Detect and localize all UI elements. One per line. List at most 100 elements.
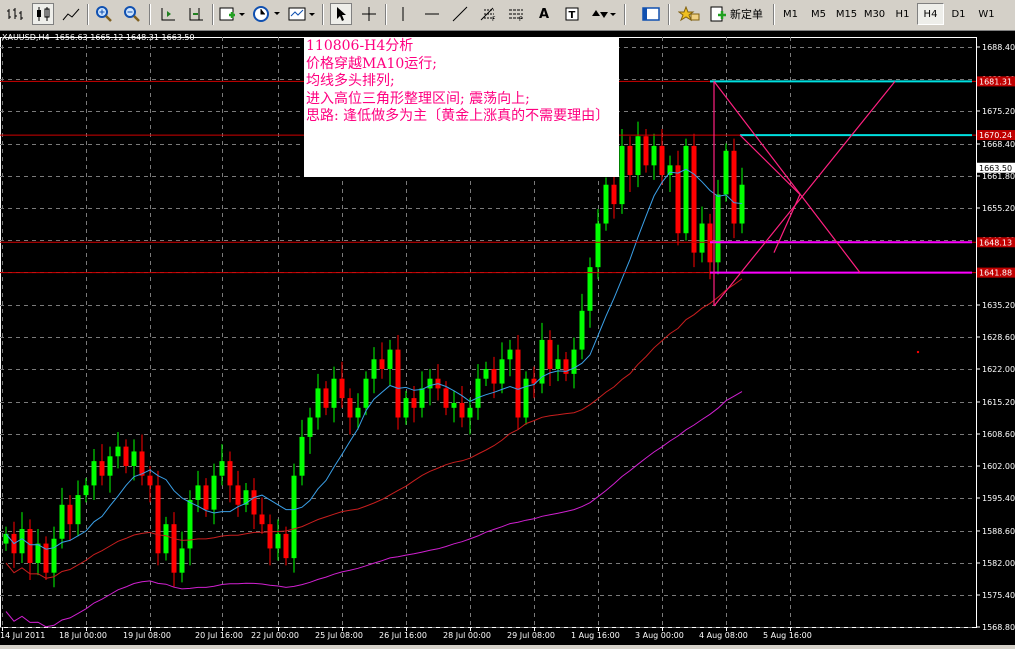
timeframe-h4[interactable]: H4 (917, 3, 944, 25)
x-tick-label: 5 Aug 16:00 (763, 631, 812, 640)
candle-body (395, 349, 401, 418)
candle-body (179, 548, 185, 573)
candle-body (403, 398, 409, 418)
timeframe-m30[interactable]: M30 (861, 3, 888, 25)
timeframe-m1[interactable]: M1 (777, 3, 804, 25)
candle-body (723, 150, 729, 195)
candle-body (683, 145, 689, 234)
analysis-note: 110806-H4分析 价格穿越MA10运行; 均线多头排列; 进入高位三角形整… (304, 37, 619, 177)
candle-body (355, 407, 361, 418)
candle-body (643, 136, 649, 166)
x-tick-label: 4 Aug 08:00 (699, 631, 748, 640)
candle-body (443, 388, 449, 408)
timeframe-h1[interactable]: H1 (889, 3, 916, 25)
timeframe-m15[interactable]: M15 (833, 3, 860, 25)
price-level-label: 1681.31 (979, 77, 1012, 86)
candle-body (451, 402, 457, 408)
candle-body (659, 145, 665, 176)
candle-body (259, 514, 265, 525)
timeframe-m5[interactable]: M5 (805, 3, 832, 25)
y-tick-label: 1582.00 (982, 559, 1015, 568)
note-line: 思路: 逢低做多为主〔黄金上涨真的不需要理由〕 (306, 108, 610, 124)
fibonacci-icon[interactable]: F (477, 3, 499, 25)
price-level-label: 1670.24 (979, 131, 1012, 140)
new-order-label: 新定单 (730, 8, 763, 21)
candlestick-icon[interactable] (32, 3, 54, 25)
candle-body (579, 310, 585, 350)
candle-body (155, 485, 161, 554)
candle-body (291, 475, 297, 559)
candle-body (547, 339, 553, 370)
candle-body (227, 461, 233, 486)
x-tick-label: 26 Jul 16:00 (379, 631, 427, 640)
favorites-icon[interactable] (677, 3, 701, 25)
candle-body (611, 184, 617, 205)
label-icon[interactable]: T (561, 3, 583, 25)
trendline-icon[interactable] (449, 3, 471, 25)
candle-body (315, 388, 321, 418)
y-tick-label: 1575.40 (982, 591, 1015, 600)
svg-text:T: T (569, 10, 576, 21)
line-chart-icon[interactable] (60, 3, 82, 25)
vertical-line-icon[interactable] (392, 3, 414, 25)
candle-body (507, 349, 513, 360)
candle-body (699, 223, 705, 253)
y-tick-label: 1615.20 (982, 398, 1015, 407)
x-tick-label: 29 Jul 08:00 (507, 631, 555, 640)
y-tick-label: 1568.80 (982, 623, 1015, 632)
y-tick-label: 1675.20 (982, 107, 1015, 116)
chart-shift-icon[interactable] (185, 3, 207, 25)
y-tick-label: 1655.20 (982, 204, 1015, 213)
candle-body (691, 145, 697, 253)
timeframe-d1[interactable]: D1 (945, 3, 972, 25)
text-icon[interactable]: A (533, 3, 555, 25)
window-icon[interactable] (640, 3, 662, 25)
periods-icon[interactable] (251, 3, 283, 25)
candle-body (83, 485, 89, 496)
zoom-in-icon[interactable] (93, 3, 115, 25)
x-tick-label: 25 Jul 08:00 (315, 631, 363, 640)
candle-body (515, 349, 521, 418)
y-tick-label: 1628.60 (982, 333, 1015, 342)
auto-scroll-icon[interactable] (157, 3, 179, 25)
candle-body (603, 184, 609, 224)
note-line: 进入高位三角形整理区间; 震荡向上; (306, 90, 530, 107)
x-tick-label: 20 Jul 16:00 (195, 631, 243, 640)
candle-body (491, 369, 497, 384)
zoom-out-icon[interactable] (121, 3, 143, 25)
crosshair-icon[interactable] (358, 3, 380, 25)
candle-body (195, 485, 201, 500)
candle-body (139, 451, 145, 476)
templates-icon[interactable] (287, 3, 317, 25)
candle-body (459, 402, 465, 418)
candle-body (475, 378, 481, 408)
candle-body (283, 533, 289, 559)
candle-body (123, 446, 129, 466)
candle-body (147, 475, 153, 486)
candle-body (235, 485, 241, 505)
cursor-icon[interactable] (330, 3, 352, 25)
indicators-icon[interactable] (218, 3, 246, 25)
timeframe-w1[interactable]: W1 (973, 3, 1000, 25)
arrows-icon[interactable] (589, 3, 617, 25)
candle-body (571, 349, 577, 374)
bar-chart-icon[interactable] (4, 3, 26, 25)
candle-body (51, 538, 57, 573)
y-tick-label: 1688.40 (982, 43, 1015, 52)
y-tick-label: 1668.40 (982, 140, 1015, 149)
candle-body (251, 490, 257, 515)
y-tick-label: 1661.80 (982, 172, 1015, 181)
channel-icon[interactable]: F (505, 3, 527, 25)
y-tick-label: 1635.20 (982, 301, 1015, 310)
horizontal-line-icon[interactable] (421, 3, 443, 25)
new-order-button[interactable]: 新定单 (707, 3, 765, 25)
candle-body (19, 529, 25, 554)
candle-body (323, 388, 329, 408)
marker-dot (916, 350, 920, 354)
candle-body (627, 145, 633, 176)
candle-body (419, 388, 425, 408)
candle-body (595, 223, 601, 268)
candle-body (587, 267, 593, 311)
candle-body (267, 524, 273, 549)
candle-body (715, 194, 721, 263)
